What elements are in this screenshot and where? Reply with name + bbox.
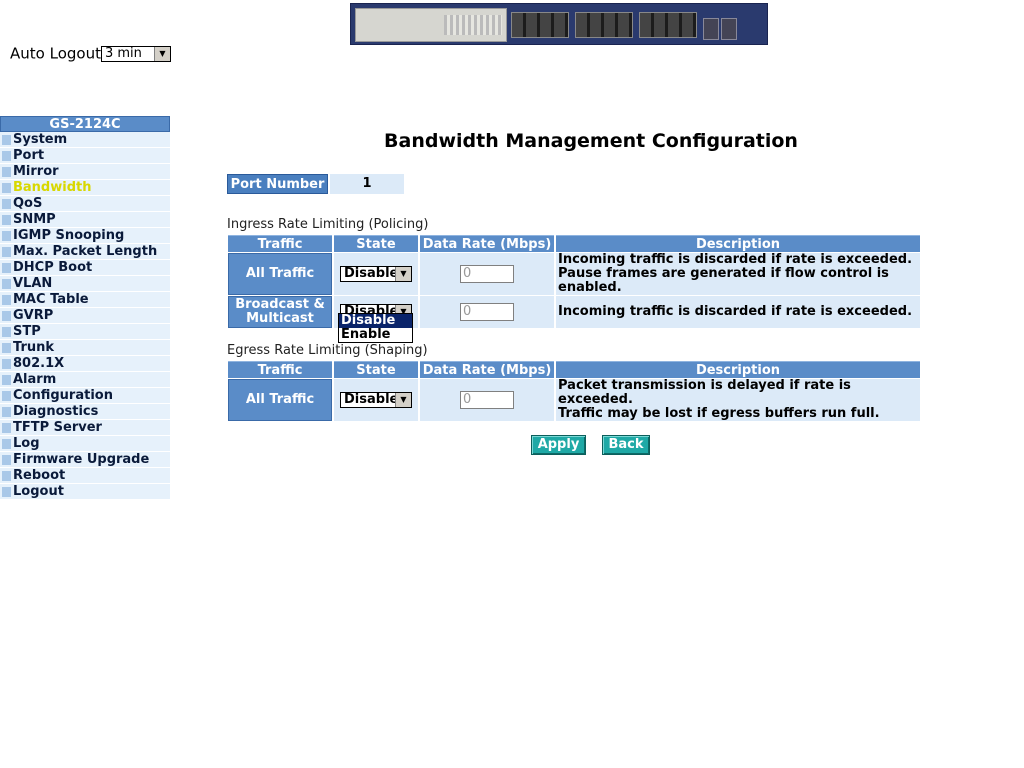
column-header-data-rate: Data Rate (Mbps): [420, 235, 554, 252]
fiber-port-graphic: [721, 18, 737, 40]
sidebar-item-log[interactable]: Log: [0, 436, 170, 452]
port-group-graphic: [511, 12, 569, 38]
rate-cell: 0: [420, 296, 554, 328]
egress-all-rate-input[interactable]: 0: [460, 391, 514, 409]
ingress-section-title: Ingress Rate Limiting (Policing): [227, 217, 429, 232]
sidebar-item-diagnostics[interactable]: Diagnostics: [0, 404, 170, 420]
auto-logout-select[interactable]: 3 min ▼: [100, 45, 171, 62]
sidebar-item-8021x[interactable]: 802.1X: [0, 356, 170, 372]
traffic-label: All Traffic: [228, 253, 332, 295]
sidebar-item-qos[interactable]: QoS: [0, 196, 170, 212]
sidebar-item-igmp-snooping[interactable]: IGMP Snooping: [0, 228, 170, 244]
port-group-graphic: [639, 12, 697, 38]
state-value: Disable: [344, 392, 399, 407]
sidebar-item-dhcp-boot[interactable]: DHCP Boot: [0, 260, 170, 276]
port-number-label: Port Number: [227, 174, 328, 194]
chevron-down-icon: ▼: [153, 46, 170, 61]
traffic-label-line: Multicast: [246, 311, 314, 326]
auto-logout-value: 3 min: [104, 45, 142, 61]
description-cell: Incoming traffic is discarded if rate is…: [556, 253, 920, 295]
column-header-data-rate: Data Rate (Mbps): [420, 361, 554, 378]
ingress-all-rate-input[interactable]: 0: [460, 265, 514, 283]
sidebar-item-vlan[interactable]: VLAN: [0, 276, 170, 292]
sidebar-item-tftp-server[interactable]: TFTP Server: [0, 420, 170, 436]
sidebar-item-trunk[interactable]: Trunk: [0, 340, 170, 356]
sidebar-item-max-packet-length[interactable]: Max. Packet Length: [0, 244, 170, 260]
description-line: Incoming traffic is discarded if rate is…: [558, 304, 913, 319]
traffic-label: All Traffic: [228, 379, 332, 421]
column-header-traffic: Traffic: [228, 235, 332, 252]
rate-cell: 0: [420, 379, 554, 421]
state-cell: Disable ▼: [334, 379, 418, 421]
sidebar-menu: GS-2124C System Port Mirror Bandwidth Qo…: [0, 116, 170, 500]
state-value: Disable: [344, 266, 399, 281]
sidebar-item-bandwidth[interactable]: Bandwidth: [0, 180, 170, 196]
traffic-label: Broadcast & Multicast: [228, 296, 332, 328]
sidebar-item-configuration[interactable]: Configuration: [0, 388, 170, 404]
sidebar-item-reboot[interactable]: Reboot: [0, 468, 170, 484]
switch-chassis-graphic: [355, 8, 507, 42]
ingress-all-state-select[interactable]: Disable ▼: [340, 266, 412, 282]
sidebar-item-snmp[interactable]: SNMP: [0, 212, 170, 228]
sidebar-item-mirror[interactable]: Mirror: [0, 164, 170, 180]
column-header-description: Description: [556, 361, 920, 378]
chevron-down-icon: ▼: [395, 393, 411, 407]
sidebar-item-logout[interactable]: Logout: [0, 484, 170, 500]
sidebar-header: GS-2124C: [0, 116, 170, 132]
column-header-traffic: Traffic: [228, 361, 332, 378]
auto-logout-control: Auto Logout 3 min ▼: [10, 44, 171, 63]
sidebar-item-mac-table[interactable]: MAC Table: [0, 292, 170, 308]
table-row: All Traffic Disable ▼ 0 Packet transmissi…: [228, 379, 920, 421]
auto-logout-label: Auto Logout: [10, 44, 101, 63]
port-group-graphic: [575, 12, 633, 38]
sidebar-item-stp[interactable]: STP: [0, 324, 170, 340]
description-line: Pause frames are generated if flow contr…: [558, 266, 889, 295]
chassis-led-panel: [444, 15, 502, 35]
column-header-state: State: [334, 361, 418, 378]
state-cell: Disable ▼: [334, 253, 418, 295]
rate-cell: 0: [420, 253, 554, 295]
traffic-label-line: Broadcast &: [235, 297, 325, 312]
description-line: Packet transmission is delayed if rate i…: [558, 378, 851, 407]
egress-section-title: Egress Rate Limiting (Shaping): [227, 343, 428, 358]
sidebar-item-alarm[interactable]: Alarm: [0, 372, 170, 388]
chevron-down-icon: ▼: [395, 267, 411, 281]
ingress-bcast-rate-input[interactable]: 0: [460, 303, 514, 321]
dropdown-option-disable[interactable]: Disable: [339, 314, 412, 328]
egress-table: Traffic State Data Rate (Mbps) Descripti…: [226, 360, 922, 422]
port-number-row: Port Number 1: [227, 174, 404, 194]
table-row: Broadcast & Multicast Disable ▼ 0 Incomin…: [228, 296, 920, 328]
table-header-row: Traffic State Data Rate (Mbps) Descripti…: [228, 361, 920, 378]
sidebar-item-firmware-upgrade[interactable]: Firmware Upgrade: [0, 452, 170, 468]
apply-button[interactable]: Apply: [531, 435, 586, 455]
egress-all-state-select[interactable]: Disable ▼: [340, 392, 412, 408]
description-cell: Incoming traffic is discarded if rate is…: [556, 296, 920, 328]
description-line: Traffic may be lost if egress buffers ru…: [558, 406, 880, 421]
back-button[interactable]: Back: [602, 435, 650, 455]
sidebar-item-gvrp[interactable]: GVRP: [0, 308, 170, 324]
ingress-table: Traffic State Data Rate (Mbps) Descripti…: [226, 234, 922, 329]
dropdown-option-enable[interactable]: Enable: [339, 328, 412, 342]
column-header-state: State: [334, 235, 418, 252]
description-line: Incoming traffic is discarded if rate is…: [558, 252, 913, 267]
description-cell: Packet transmission is delayed if rate i…: [556, 379, 920, 421]
table-row: All Traffic Disable ▼ 0 Incoming traffic …: [228, 253, 920, 295]
sidebar-item-port[interactable]: Port: [0, 148, 170, 164]
page-title: Bandwidth Management Configuration: [384, 130, 798, 152]
fiber-port-graphic: [703, 18, 719, 40]
table-header-row: Traffic State Data Rate (Mbps) Descripti…: [228, 235, 920, 252]
sidebar-item-system[interactable]: System: [0, 132, 170, 148]
column-header-description: Description: [556, 235, 920, 252]
state-dropdown-list: Disable Enable: [338, 313, 413, 343]
port-number-value: 1: [330, 174, 404, 194]
device-banner-image: [350, 3, 768, 45]
